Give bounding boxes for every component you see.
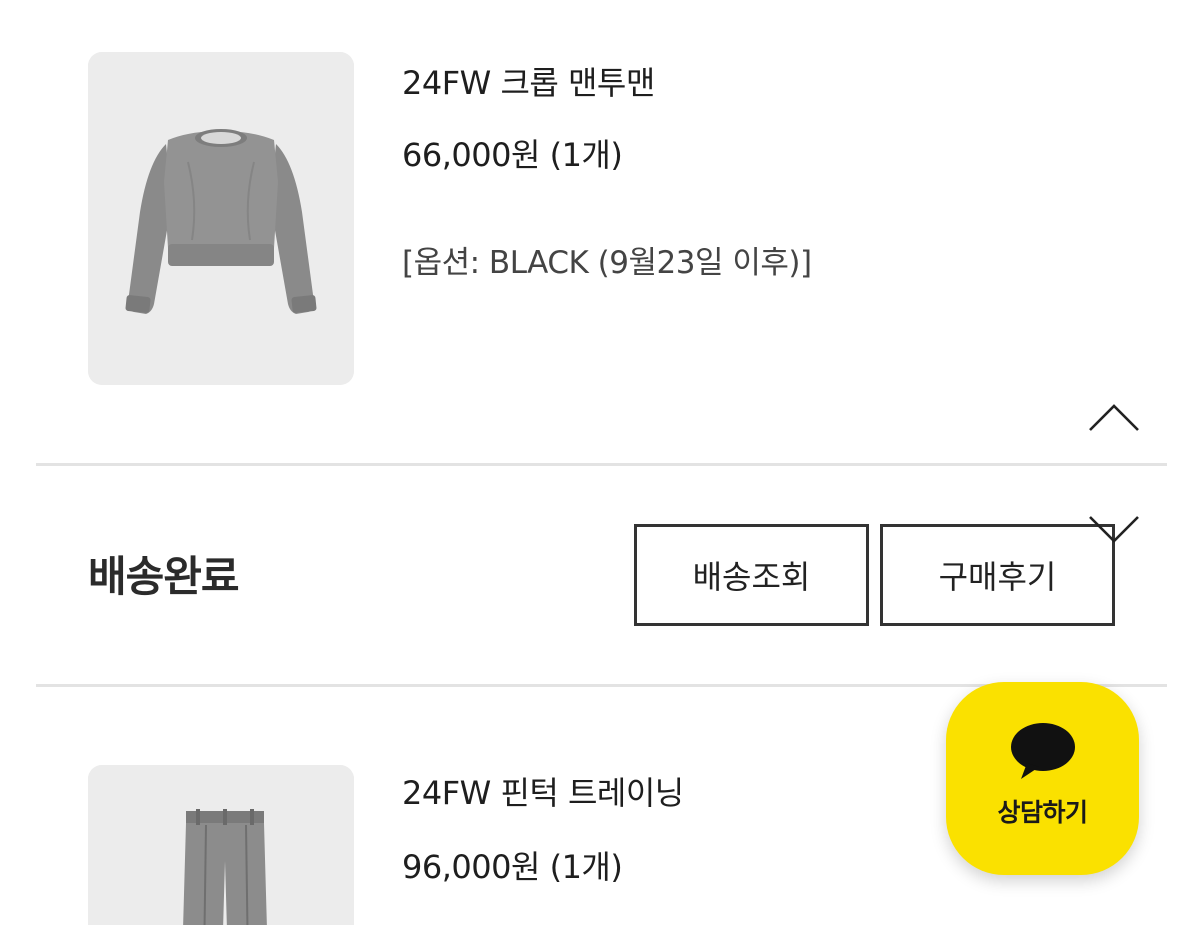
chevron-down-icon[interactable] [1088,515,1140,545]
write-review-button[interactable]: 구매후기 [880,524,1115,626]
divider [36,463,1167,466]
chevron-up-icon[interactable] [1088,402,1140,432]
speech-bubble-icon [1010,722,1075,779]
product-image-sweatshirt[interactable] [88,52,354,385]
chat-consult-button[interactable]: 상담하기 [946,682,1139,875]
product-image-pants[interactable] [88,765,354,925]
product-option: [옵션: BLACK (9월23일 이후)] [402,245,812,281]
order-detail-page: 24FW 크롭 맨투맨 66,000원 (1개) [옵션: BLACK (9월2… [0,0,1200,925]
delivery-status: 배송완료 [88,552,240,601]
product-name[interactable]: 24FW 핀턱 트레이닝 [402,768,684,814]
product-price: 96,000원 (1개) [402,848,623,886]
product-name[interactable]: 24FW 크롭 맨투맨 [402,58,655,104]
product-price: 66,000원 (1개) [402,136,623,174]
track-delivery-button[interactable]: 배송조회 [634,524,869,626]
chat-consult-label: 상담하기 [997,797,1088,827]
